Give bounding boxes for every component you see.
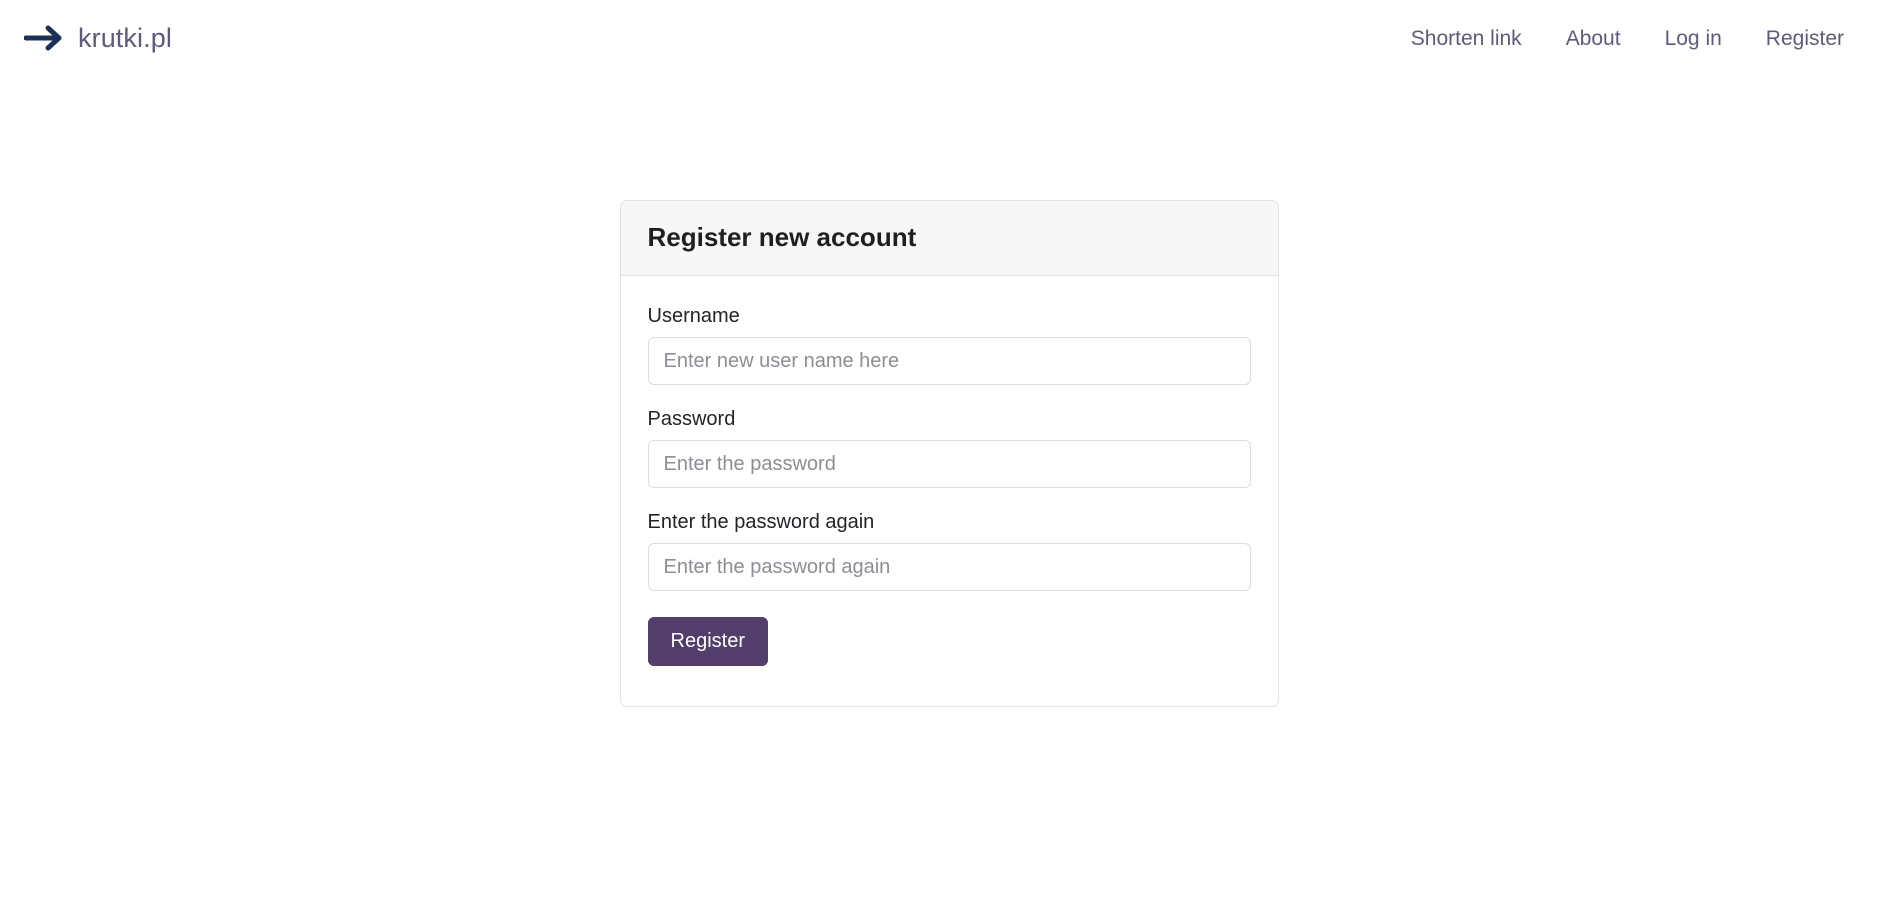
nav-item-shorten-link[interactable]: Shorten link <box>1389 20 1544 57</box>
password-input[interactable] <box>647 440 1251 489</box>
password-confirm-form-group: Enter the password again <box>647 510 1251 592</box>
register-card-header: Register new account <box>620 201 1278 277</box>
register-card: Register new account Username Password E… <box>619 200 1279 708</box>
nav-item-about[interactable]: About <box>1544 20 1643 57</box>
register-card-body: Username Password Enter the password aga… <box>621 276 1278 706</box>
password-confirm-label: Enter the password again <box>647 511 875 534</box>
nav-item-log-in[interactable]: Log in <box>1643 20 1744 57</box>
top-navbar: krutki.pl Shorten link About Log in Regi… <box>0 0 1898 76</box>
username-input[interactable] <box>647 337 1251 386</box>
page-content: Register new account Username Password E… <box>0 76 1898 708</box>
register-submit-button[interactable]: Register <box>647 617 768 667</box>
password-form-group: Password <box>647 407 1251 489</box>
username-form-group: Username <box>647 304 1251 386</box>
register-form: Username Password Enter the password aga… <box>647 304 1251 667</box>
username-label: Username <box>647 305 740 328</box>
brand-name: krutki.pl <box>78 22 172 53</box>
nav-item-register[interactable]: Register <box>1744 20 1866 57</box>
password-confirm-input[interactable] <box>647 543 1251 592</box>
brand-logo-link[interactable]: krutki.pl <box>24 23 172 53</box>
arrow-right-icon <box>24 23 66 53</box>
page-title: Register new account <box>647 222 917 252</box>
primary-nav: Shorten link About Log in Register <box>1389 20 1866 57</box>
password-label: Password <box>647 408 736 431</box>
